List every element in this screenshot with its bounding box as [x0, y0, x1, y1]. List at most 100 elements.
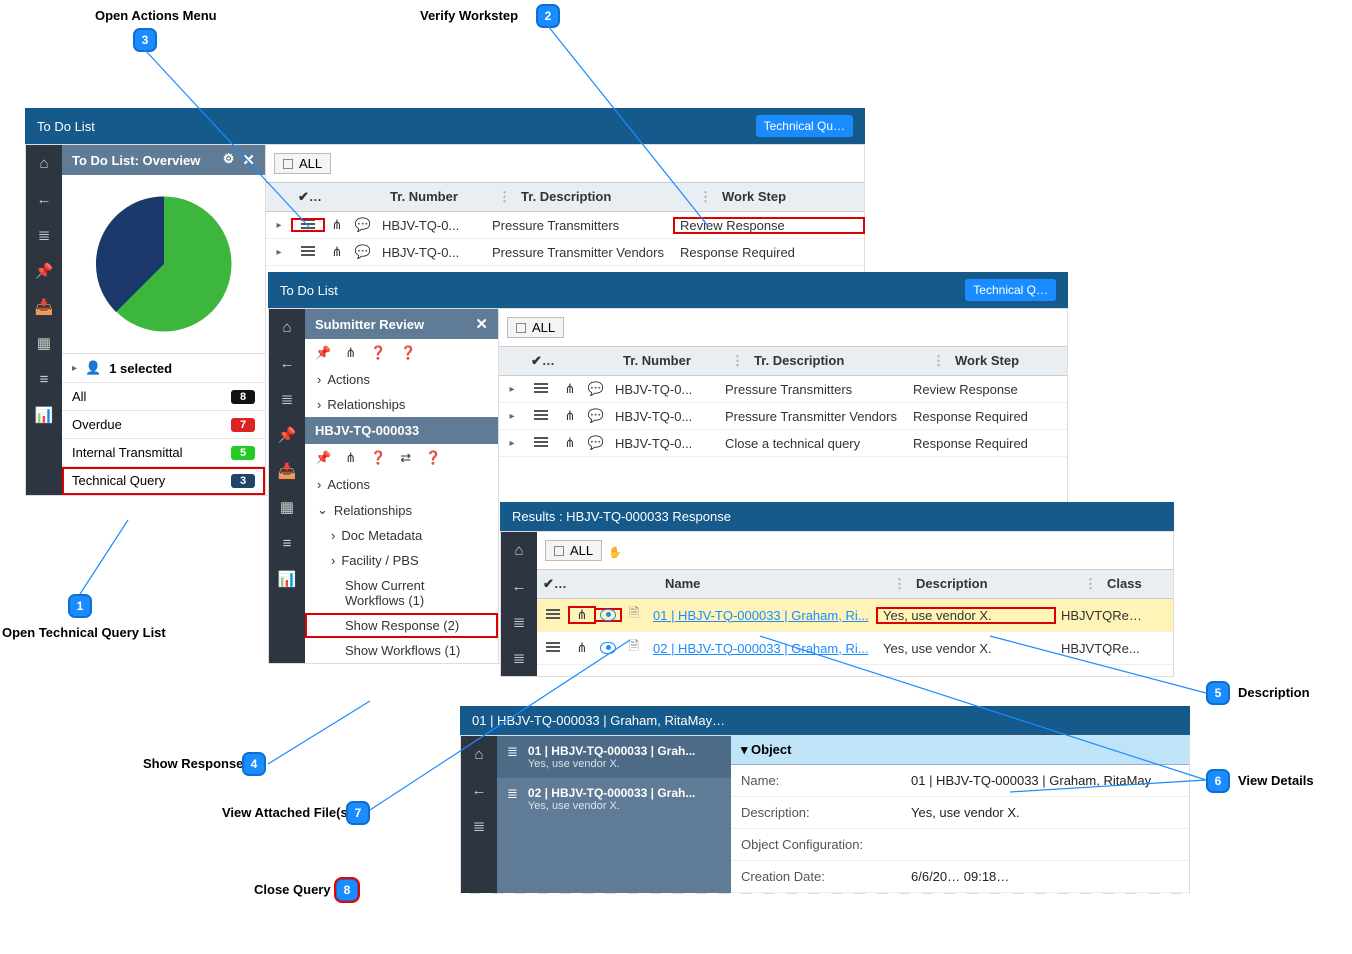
- eye-icon[interactable]: [595, 609, 621, 621]
- col-trnum[interactable]: Tr. Number: [384, 189, 494, 205]
- share-icon[interactable]: ⋔: [345, 345, 356, 361]
- share-icon[interactable]: ⋔: [557, 435, 583, 451]
- col-wstep[interactable]: Work Step: [949, 353, 1067, 369]
- comment-icon[interactable]: 💬: [583, 408, 609, 424]
- close-icon[interactable]: ✕: [475, 315, 488, 333]
- list-icon[interactable]: ≣: [501, 604, 537, 640]
- inbox-icon[interactable]: 📥: [26, 289, 62, 325]
- workflow-icon[interactable]: ⇄: [400, 450, 411, 466]
- share-icon[interactable]: ⋔: [569, 607, 595, 623]
- filter-all[interactable]: All8: [62, 383, 265, 411]
- table-row[interactable]: ⋔ 🗎 02 | HBJV-TQ-000033 | Graham, Ri... …: [537, 632, 1173, 665]
- help-icon[interactable]: ❓: [400, 345, 416, 361]
- home-icon[interactable]: ⌂: [461, 736, 497, 772]
- selected-row[interactable]: ▸👤1 selected: [62, 353, 265, 383]
- cell-name-link[interactable]: 02 | HBJV-TQ-000033 | Graham, Ri...: [647, 641, 877, 656]
- actions-menu-icon[interactable]: [525, 383, 557, 395]
- actions-menu-icon[interactable]: [292, 246, 324, 258]
- close-icon[interactable]: ✕: [242, 151, 255, 169]
- technical-query-tab[interactable]: Technical Q…: [965, 279, 1056, 301]
- cell-name-link[interactable]: 01 | HBJV-TQ-000033 | Graham, Ri...: [647, 608, 877, 623]
- chart-icon[interactable]: 📊: [269, 561, 305, 597]
- col-class[interactable]: Class: [1101, 576, 1173, 592]
- col-trdesc[interactable]: Tr. Description: [515, 189, 695, 205]
- list-icon[interactable]: ≣: [269, 381, 305, 417]
- all-toggle[interactable]: ALL: [274, 153, 331, 174]
- actions-menu-icon[interactable]: [292, 219, 324, 231]
- comment-icon[interactable]: 💬: [583, 381, 609, 397]
- field-key: Object Configuration:: [741, 837, 911, 852]
- back-icon[interactable]: ←: [269, 345, 305, 381]
- home-icon[interactable]: ⌂: [269, 309, 305, 345]
- list-icon[interactable]: ≣: [461, 808, 497, 844]
- back-icon[interactable]: ←: [501, 568, 537, 604]
- back-icon[interactable]: ←: [26, 181, 62, 217]
- home-icon[interactable]: ⌂: [501, 532, 537, 568]
- grid-icon[interactable]: ▦: [26, 325, 62, 361]
- filter-internal-transmittal[interactable]: Internal Transmittal5: [62, 439, 265, 467]
- chevron-right-icon: ›: [317, 372, 321, 387]
- actions-menu-icon[interactable]: [525, 437, 557, 449]
- actions-menu-icon[interactable]: [537, 609, 569, 621]
- tree-show-response[interactable]: Show Response (2): [305, 613, 498, 638]
- table-row[interactable]: ▸ ⋔ 💬 HBJV-TQ-0... Pressure Transmitter …: [499, 403, 1067, 430]
- tree-show-workflows[interactable]: Show Workflows (1): [305, 638, 498, 663]
- home-icon[interactable]: ⌂: [26, 145, 62, 181]
- help-icon[interactable]: ❓: [370, 345, 386, 361]
- back-icon[interactable]: ←: [461, 772, 497, 808]
- actions-menu-icon[interactable]: [537, 642, 569, 654]
- inbox-icon[interactable]: 📥: [269, 453, 305, 489]
- col-wstep[interactable]: Work Step: [716, 189, 864, 205]
- list-item[interactable]: ≣ 01 | HBJV-TQ-000033 | Grah... Yes, use…: [497, 736, 731, 778]
- tree-actions-2[interactable]: ›Actions: [305, 472, 498, 497]
- grid-icon[interactable]: ▦: [269, 489, 305, 525]
- comment-icon[interactable]: 💬: [350, 244, 376, 260]
- chevron-right-icon: ▸: [509, 384, 514, 395]
- comment-icon[interactable]: 💬: [583, 435, 609, 451]
- technical-query-tab[interactable]: Technical Qu…: [756, 115, 853, 137]
- pin-icon[interactable]: 📌: [315, 345, 331, 361]
- table-row[interactable]: ▸ ⋔ 💬 HBJV-TQ-0... Pressure Transmitters…: [499, 376, 1067, 403]
- toolbar-icons: 📌 ⋔ ❓ ❓: [305, 339, 498, 367]
- help-icon[interactable]: ❓: [425, 450, 441, 466]
- eye-icon[interactable]: [595, 642, 621, 654]
- share-icon[interactable]: ⋔: [324, 244, 350, 260]
- filter-overdue[interactable]: Overdue7: [62, 411, 265, 439]
- gear-icon[interactable]: ⚙: [223, 151, 235, 169]
- share-icon[interactable]: ⋔: [557, 408, 583, 424]
- tree-relationships[interactable]: ›Relationships: [305, 392, 498, 417]
- chart-icon[interactable]: 📊: [26, 397, 62, 433]
- tree-doc-metadata[interactable]: ›Doc Metadata: [305, 523, 498, 548]
- pin-icon[interactable]: 📌: [26, 253, 62, 289]
- filter-technical-query[interactable]: Technical Query3: [62, 467, 265, 495]
- menu-icon[interactable]: ≡: [26, 361, 62, 397]
- list-item[interactable]: ≣ 02 | HBJV-TQ-000033 | Grah... Yes, use…: [497, 778, 731, 820]
- share-icon[interactable]: ⋔: [324, 217, 350, 233]
- comment-icon[interactable]: 💬: [350, 217, 376, 233]
- table-row[interactable]: ▸ ⋔ 💬 HBJV-TQ-0... Close a technical que…: [499, 430, 1067, 457]
- col-trnum[interactable]: Tr. Number: [617, 353, 727, 369]
- tree-actions[interactable]: ›Actions: [305, 367, 498, 392]
- list-icon[interactable]: ≣: [26, 217, 62, 253]
- menu-icon[interactable]: ≡: [269, 525, 305, 561]
- table-row[interactable]: ▸ ⋔ 💬 HBJV-TQ-0... Pressure Transmitters…: [266, 212, 864, 239]
- share-icon[interactable]: ⋔: [345, 450, 356, 466]
- list-alt-icon[interactable]: ≣: [501, 640, 537, 676]
- pin-icon[interactable]: 📌: [315, 450, 331, 466]
- actions-menu-icon[interactable]: [525, 410, 557, 422]
- col-trdesc[interactable]: Tr. Description: [748, 353, 928, 369]
- pin-icon[interactable]: 📌: [269, 417, 305, 453]
- share-icon[interactable]: ⋔: [569, 640, 595, 656]
- all-toggle[interactable]: ALL: [545, 540, 602, 561]
- table-row[interactable]: ▸ ⋔ 💬 HBJV-TQ-0... Pressure Transmitter …: [266, 239, 864, 266]
- object-section-header[interactable]: ▾ Object: [731, 736, 1189, 765]
- share-icon[interactable]: ⋔: [557, 381, 583, 397]
- all-toggle[interactable]: ALL: [507, 317, 564, 338]
- col-desc[interactable]: Description: [910, 576, 1080, 592]
- col-name[interactable]: Name: [659, 576, 889, 592]
- help-icon[interactable]: ❓: [370, 450, 386, 466]
- tree-current-workflows[interactable]: Show Current Workflows (1): [305, 573, 498, 613]
- tree-facility[interactable]: ›Facility / PBS: [305, 548, 498, 573]
- table-row[interactable]: ⋔ 🗎 01 | HBJV-TQ-000033 | Graham, Ri... …: [537, 599, 1173, 632]
- tree-relationships-2[interactable]: ⌄Relationships: [305, 497, 498, 523]
